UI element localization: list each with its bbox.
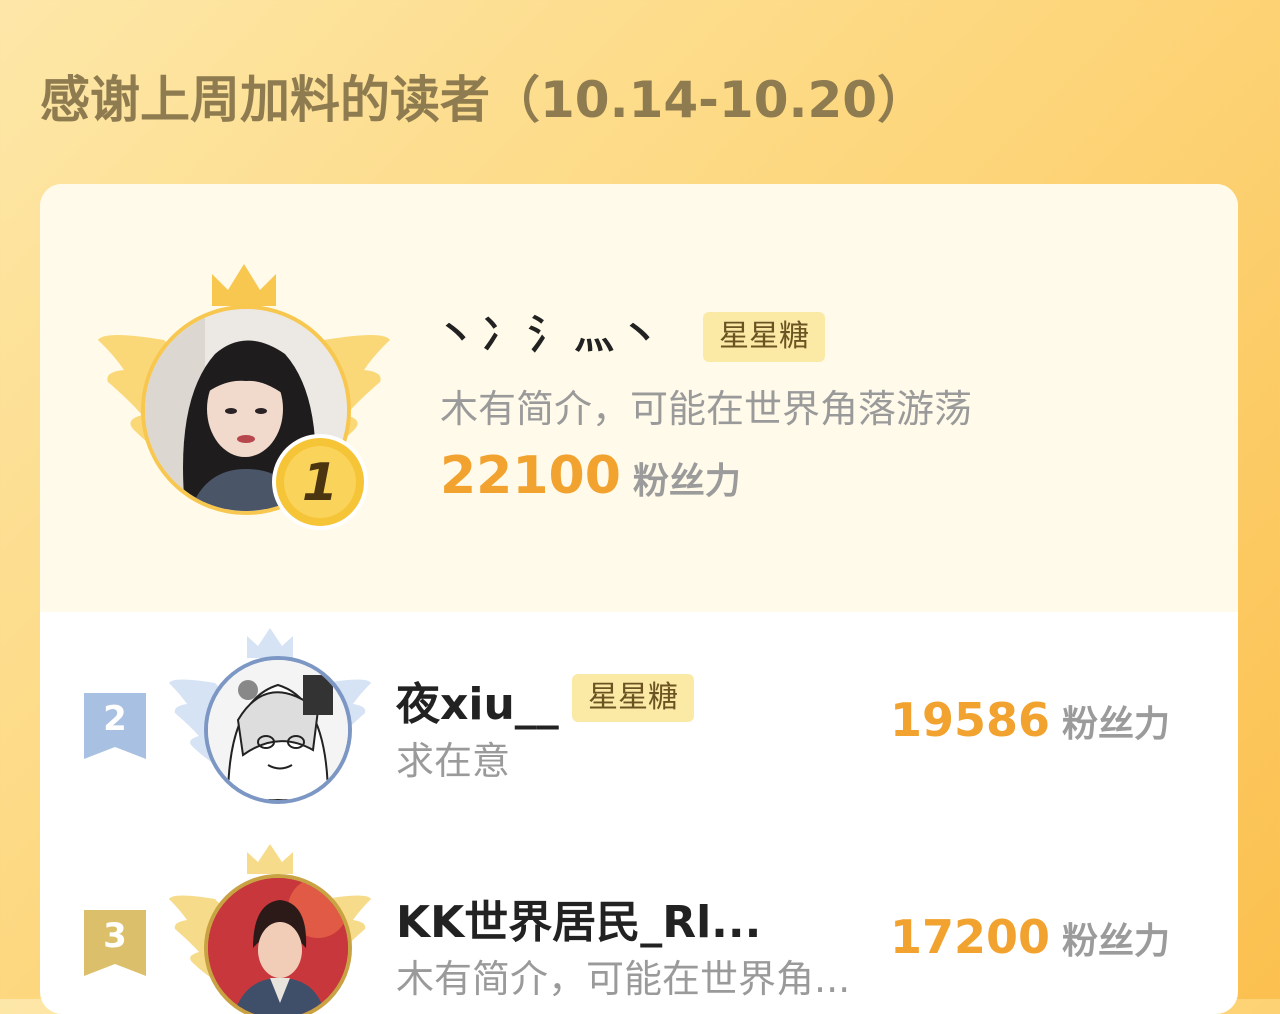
avatar[interactable] (204, 874, 352, 1014)
fans-label: 粉丝力 (1061, 921, 1170, 962)
fans-score: 22100 粉丝力 (440, 446, 741, 506)
rank-2-flag: 2 (84, 693, 146, 759)
badge-tag: 星星糖 (572, 674, 694, 722)
rank-3-flag: 3 (84, 910, 146, 976)
rank-number: 2 (103, 699, 127, 739)
fans-label: 粉丝力 (1061, 704, 1170, 745)
fans-number: 22100 (440, 446, 621, 506)
user-name[interactable]: KK世界居民_Rl... (396, 886, 761, 950)
rank-number: 3 (103, 916, 127, 956)
user-name[interactable]: 夜xiu__ (396, 668, 559, 732)
user-bio: 求在意 (396, 739, 511, 783)
user-name[interactable]: 丶冫氵灬丶 (436, 302, 666, 360)
fans-number: 17200 (889, 910, 1050, 964)
leaderboard-card: 1 丶冫氵灬丶 星星糖 木有简介，可能在世界角落游荡 22100 粉丝力 2 夜… (40, 184, 1238, 1014)
user-bio: 木有简介，可能在世界角落游荡 (440, 387, 973, 431)
fans-label: 粉丝力 (632, 461, 741, 502)
page-title: 感谢上周加料的读者（10.14-10.20） (40, 71, 928, 129)
badge-tag: 星星糖 (703, 312, 825, 362)
rank-1-medal-icon: 1 (272, 434, 368, 530)
svg-text:1: 1 (302, 453, 338, 513)
user-bio: 木有简介，可能在世界角... (396, 957, 851, 1001)
fans-score: 19586 粉丝力 (890, 693, 1170, 747)
avatar[interactable] (204, 656, 352, 804)
fans-number: 19586 (889, 693, 1050, 747)
rank-1-entry[interactable]: 1 丶冫氵灬丶 星星糖 木有简介，可能在世界角落游荡 22100 粉丝力 (40, 184, 1238, 612)
fans-score: 17200 粉丝力 (890, 910, 1170, 964)
